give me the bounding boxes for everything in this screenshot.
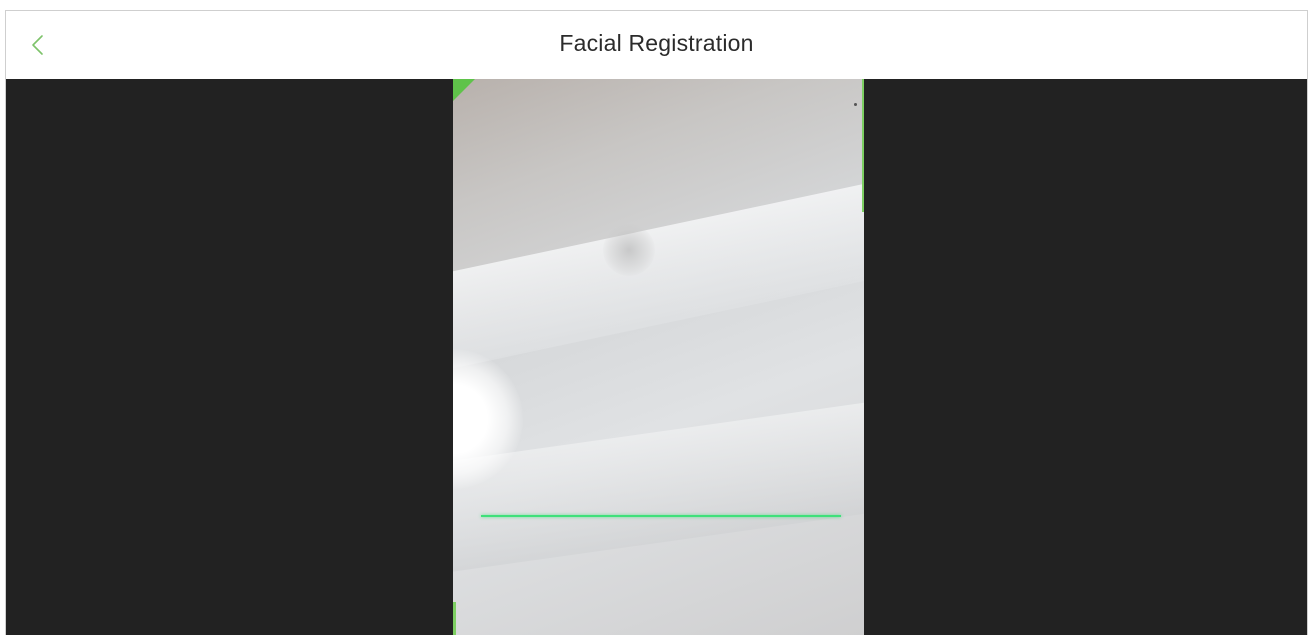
header-bar: Facial Registration [6, 11, 1307, 79]
camera-preview [453, 79, 864, 635]
frame-corner-marker [453, 79, 475, 101]
page-title: Facial Registration [559, 30, 754, 56]
scan-line [481, 515, 841, 517]
ceiling-beam [453, 167, 864, 377]
sensor-dot [854, 103, 857, 106]
frame-edge-marker [862, 79, 864, 212]
frame-edge-marker [453, 602, 456, 635]
ceiling-fixture [603, 224, 655, 276]
app-window: Facial Registration [5, 10, 1308, 635]
camera-area [6, 79, 1307, 635]
